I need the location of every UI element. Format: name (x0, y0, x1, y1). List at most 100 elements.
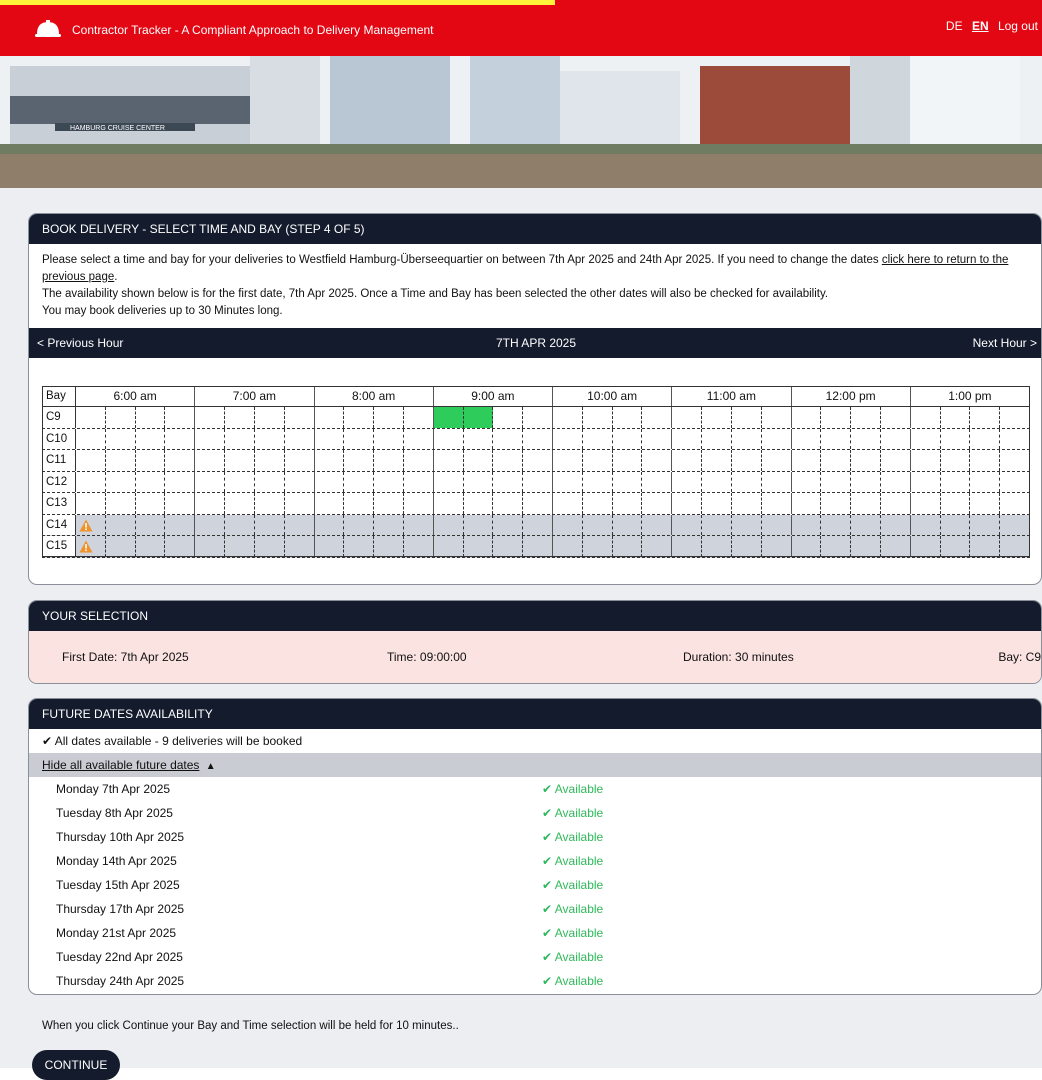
time-slot[interactable] (732, 493, 762, 514)
time-slot[interactable] (344, 493, 375, 514)
time-slot[interactable] (583, 428, 613, 449)
time-slot[interactable] (583, 493, 613, 514)
time-slot[interactable] (881, 407, 911, 428)
time-slot[interactable] (76, 493, 106, 514)
time-slot[interactable] (315, 450, 345, 471)
time-slot[interactable] (702, 450, 732, 471)
time-slot[interactable] (911, 493, 941, 514)
previous-hour-button[interactable]: < Previous Hour (37, 328, 123, 358)
time-slot[interactable] (136, 428, 166, 449)
time-slot[interactable] (613, 428, 643, 449)
time-slot[interactable] (493, 471, 524, 492)
time-slot[interactable] (941, 428, 971, 449)
time-slot[interactable] (851, 407, 881, 428)
time-slot[interactable] (642, 493, 673, 514)
time-slot[interactable] (195, 471, 226, 492)
time-slot[interactable] (404, 428, 434, 449)
time-slot[interactable] (851, 450, 881, 471)
time-slot[interactable] (523, 407, 553, 428)
time-slot[interactable] (344, 471, 375, 492)
time-slot[interactable] (941, 493, 971, 514)
time-slot[interactable] (672, 450, 703, 471)
time-slot[interactable] (672, 471, 703, 492)
time-slot[interactable] (136, 471, 166, 492)
time-slot[interactable] (762, 428, 792, 449)
time-slot[interactable] (434, 471, 464, 492)
time-slot[interactable] (195, 407, 226, 428)
time-slot[interactable] (583, 471, 613, 492)
time-slot[interactable] (165, 428, 196, 449)
time-slot[interactable] (672, 493, 703, 514)
time-slot[interactable] (315, 407, 345, 428)
time-slot[interactable] (672, 428, 703, 449)
time-slot[interactable] (255, 493, 285, 514)
time-slot[interactable] (702, 407, 732, 428)
time-slot[interactable] (1000, 407, 1030, 428)
next-hour-button[interactable]: Next Hour > (973, 328, 1037, 358)
time-slot[interactable] (941, 407, 971, 428)
time-slot[interactable] (315, 471, 345, 492)
time-slot[interactable] (523, 428, 553, 449)
time-slot[interactable] (970, 493, 1001, 514)
time-slot[interactable] (642, 428, 673, 449)
time-slot[interactable] (881, 428, 911, 449)
time-slot[interactable] (642, 471, 673, 492)
time-slot[interactable] (792, 471, 822, 492)
time-slot[interactable] (493, 407, 524, 428)
time-slot[interactable] (732, 471, 762, 492)
time-slot[interactable] (76, 471, 106, 492)
time-slot[interactable] (344, 450, 375, 471)
time-slot[interactable] (255, 428, 285, 449)
time-slot[interactable] (702, 471, 732, 492)
time-slot[interactable] (732, 428, 762, 449)
time-slot[interactable] (76, 407, 106, 428)
selected-time-slot[interactable] (463, 407, 494, 428)
time-slot[interactable] (762, 471, 792, 492)
time-slot[interactable] (285, 428, 315, 449)
time-slot[interactable] (136, 407, 166, 428)
time-slot[interactable] (792, 493, 822, 514)
time-slot[interactable] (970, 471, 1001, 492)
time-slot[interactable] (136, 450, 166, 471)
time-slot[interactable] (792, 450, 822, 471)
time-slot[interactable] (881, 450, 911, 471)
time-slot[interactable] (464, 428, 494, 449)
time-slot[interactable] (344, 428, 375, 449)
time-slot[interactable] (1000, 428, 1030, 449)
time-slot[interactable] (941, 471, 971, 492)
time-slot[interactable] (553, 407, 583, 428)
time-slot[interactable] (315, 428, 345, 449)
time-slot[interactable] (523, 471, 553, 492)
time-slot[interactable] (225, 428, 255, 449)
time-slot[interactable] (642, 407, 673, 428)
time-slot[interactable] (762, 450, 792, 471)
time-slot[interactable] (702, 428, 732, 449)
time-slot[interactable] (970, 450, 1001, 471)
time-slot[interactable] (821, 450, 852, 471)
time-slot[interactable] (76, 450, 106, 471)
time-slot[interactable] (762, 493, 792, 514)
time-slot[interactable] (344, 407, 375, 428)
time-slot[interactable] (523, 450, 553, 471)
time-slot[interactable] (553, 471, 583, 492)
time-slot[interactable] (255, 450, 285, 471)
time-slot[interactable] (792, 407, 822, 428)
time-slot[interactable] (255, 471, 285, 492)
time-slot[interactable] (404, 407, 434, 428)
hide-future-dates-link[interactable]: Hide all available future dates (42, 758, 199, 772)
time-slot[interactable] (1000, 450, 1030, 471)
time-slot[interactable] (851, 471, 881, 492)
time-slot[interactable] (285, 450, 315, 471)
time-slot[interactable] (583, 407, 613, 428)
time-slot[interactable] (136, 493, 166, 514)
time-slot[interactable] (374, 450, 404, 471)
time-slot[interactable] (493, 428, 524, 449)
hide-future-dates-bar[interactable]: Hide all available future dates ▲ (29, 753, 1041, 777)
time-slot[interactable] (881, 471, 911, 492)
time-slot[interactable] (493, 450, 524, 471)
time-slot[interactable] (911, 450, 941, 471)
time-slot[interactable] (941, 450, 971, 471)
time-slot[interactable] (434, 450, 464, 471)
time-slot[interactable] (404, 471, 434, 492)
logout-link[interactable]: Log out (998, 19, 1038, 33)
